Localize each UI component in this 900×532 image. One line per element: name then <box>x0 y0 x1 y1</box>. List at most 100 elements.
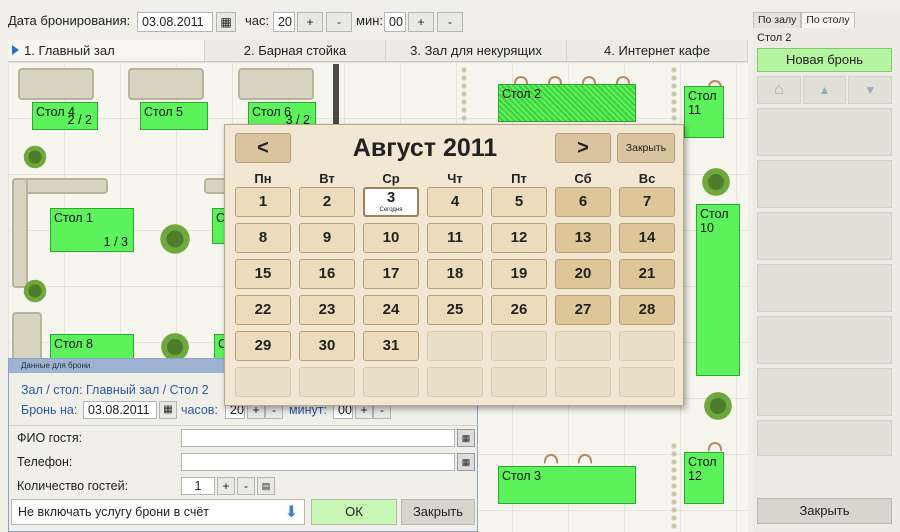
booking-slot[interactable] <box>757 212 892 260</box>
booking-on-label: Бронь на: <box>21 403 78 417</box>
calendar-close-button[interactable]: Закрыть <box>617 133 675 163</box>
booking-slot[interactable] <box>757 420 892 456</box>
hour-field[interactable]: 20 <box>273 12 295 32</box>
calendar-day[interactable]: 12 <box>491 223 547 253</box>
arrow-up-icon[interactable]: ▲ <box>802 76 847 104</box>
ok-button[interactable]: ОК <box>311 499 397 525</box>
table-name: Стол 11 <box>688 89 717 117</box>
calendar-day[interactable]: 2 <box>299 187 355 217</box>
tab-by-table[interactable]: По столу <box>801 12 855 28</box>
calendar-day[interactable]: 27 <box>555 295 611 325</box>
table-1[interactable]: Стол 1 1 / 3 <box>50 208 134 252</box>
calendar-day[interactable]: 23 <box>299 295 355 325</box>
calendar-day[interactable]: 25 <box>427 295 483 325</box>
calendar-day[interactable]: 21 <box>619 259 675 289</box>
plant-decoration <box>154 218 196 260</box>
calendar-picker-button[interactable]: ▦ <box>216 12 236 32</box>
phone-field[interactable] <box>181 453 455 471</box>
calendar-day[interactable]: 26 <box>491 295 547 325</box>
tab-bar-counter[interactable]: 2. Барная стойка <box>205 40 386 61</box>
calendar-day[interactable]: 29 <box>235 331 291 361</box>
table-occupancy: 1 / 3 <box>103 235 128 249</box>
calendar-day[interactable]: 31 <box>363 331 419 361</box>
calendar-day[interactable]: 10 <box>363 223 419 253</box>
calendar-day[interactable]: 11 <box>427 223 483 253</box>
tab-by-hall[interactable]: По залу <box>753 12 802 28</box>
calendar-day[interactable]: 22 <box>235 295 291 325</box>
new-booking-button[interactable]: Новая бронь <box>757 48 892 72</box>
side-close-button[interactable]: Закрыть <box>757 498 892 524</box>
calendar-day-empty <box>427 367 483 397</box>
tab-main-hall[interactable]: 1. Главный зал <box>8 40 205 61</box>
sofa <box>12 178 28 288</box>
dialog-close-button[interactable]: Закрыть <box>401 499 475 525</box>
calendar-day[interactable]: 9 <box>299 223 355 253</box>
table-4[interactable]: Стол 42 / 2 <box>32 102 98 130</box>
calendar-day[interactable]: 1 <box>235 187 291 217</box>
minute-minus-button[interactable]: - <box>437 12 463 32</box>
calendar-day[interactable]: 6 <box>555 187 611 217</box>
next-month-button[interactable]: > <box>555 133 611 163</box>
booking-slot[interactable] <box>757 316 892 364</box>
calendar-day[interactable]: 15 <box>235 259 291 289</box>
calendar-day[interactable]: 14 <box>619 223 675 253</box>
guests-minus-button[interactable]: - <box>237 477 255 495</box>
sofa <box>12 312 42 362</box>
minute-field[interactable]: 00 <box>384 12 406 32</box>
table-name: Стол 3 <box>502 469 542 483</box>
table-2-selected[interactable]: Стол 2 <box>498 84 636 122</box>
calendar-day[interactable]: 17 <box>363 259 419 289</box>
table-12[interactable]: Стол 12 <box>684 452 724 504</box>
calendar-day-today[interactable]: 3 Сегодня <box>363 187 419 217</box>
booking-date-field[interactable]: 03.08.2011 <box>137 12 213 32</box>
table-name: Стол 2 <box>502 87 542 101</box>
booking-slot[interactable] <box>757 108 892 156</box>
arrow-down-icon[interactable]: ▼ <box>848 76 893 104</box>
booking-slot[interactable] <box>757 368 892 416</box>
calendar-day[interactable]: 5 <box>491 187 547 217</box>
calendar-day[interactable]: 16 <box>299 259 355 289</box>
hour-minus-button[interactable]: - <box>326 12 352 32</box>
table-10[interactable]: Стол 10 <box>696 204 740 376</box>
service-option-select[interactable]: Не включать услугу брони в счёт ⬇ <box>11 499 305 525</box>
sofa <box>128 68 204 100</box>
tab-internet-cafe[interactable]: 4. Интернет кафе <box>567 40 748 61</box>
side-tabs: По залу По столу <box>753 12 900 28</box>
guest-name-field[interactable] <box>181 429 455 447</box>
booking-slot[interactable] <box>757 264 892 312</box>
dialog-calendar-button[interactable]: ▦ <box>159 401 177 419</box>
table-name: Стол 10 <box>700 207 729 235</box>
keyboard-icon[interactable]: ▦ <box>457 429 475 447</box>
minute-plus-button[interactable]: + <box>408 12 434 32</box>
home-icon[interactable]: ⌂ <box>757 76 801 104</box>
guests-plus-button[interactable]: + <box>217 477 235 495</box>
calendar-day[interactable]: 8 <box>235 223 291 253</box>
calendar-day-empty <box>619 367 675 397</box>
booking-toolbar: Дата бронирования: 03.08.2011 ▦ час: 20 … <box>0 0 748 44</box>
booking-slot[interactable] <box>757 160 892 208</box>
service-option-value: Не включать услугу брони в счёт <box>18 505 210 519</box>
chair <box>544 454 558 464</box>
hall-table-info: Зал / стол: Главный зал / Стол 2 <box>21 383 209 397</box>
table-11[interactable]: Стол 11 <box>684 86 724 138</box>
hour-plus-button[interactable]: + <box>297 12 323 32</box>
calendar-day[interactable]: 30 <box>299 331 355 361</box>
tab-non-smoking-hall[interactable]: 3. Зал для некурящих <box>386 40 567 61</box>
calendar-day-empty <box>427 331 483 361</box>
calendar-day[interactable]: 28 <box>619 295 675 325</box>
keyboard-icon[interactable]: ▦ <box>457 453 475 471</box>
calendar-day[interactable]: 18 <box>427 259 483 289</box>
prev-month-button[interactable]: < <box>235 133 291 163</box>
calendar-day[interactable]: 20 <box>555 259 611 289</box>
table-name: Стол 8 <box>54 337 94 351</box>
calendar-day[interactable]: 4 <box>427 187 483 217</box>
calculator-icon[interactable]: ▤ <box>257 477 275 495</box>
table-5[interactable]: Стол 5 <box>140 102 208 130</box>
calendar-day[interactable]: 13 <box>555 223 611 253</box>
guests-count-field[interactable]: 1 <box>181 477 215 495</box>
table-3[interactable]: Стол 3 <box>498 466 636 504</box>
calendar-day[interactable]: 7 <box>619 187 675 217</box>
calendar-day[interactable]: 24 <box>363 295 419 325</box>
dialog-date-field[interactable]: 03.08.2011 <box>83 401 157 419</box>
calendar-day[interactable]: 19 <box>491 259 547 289</box>
